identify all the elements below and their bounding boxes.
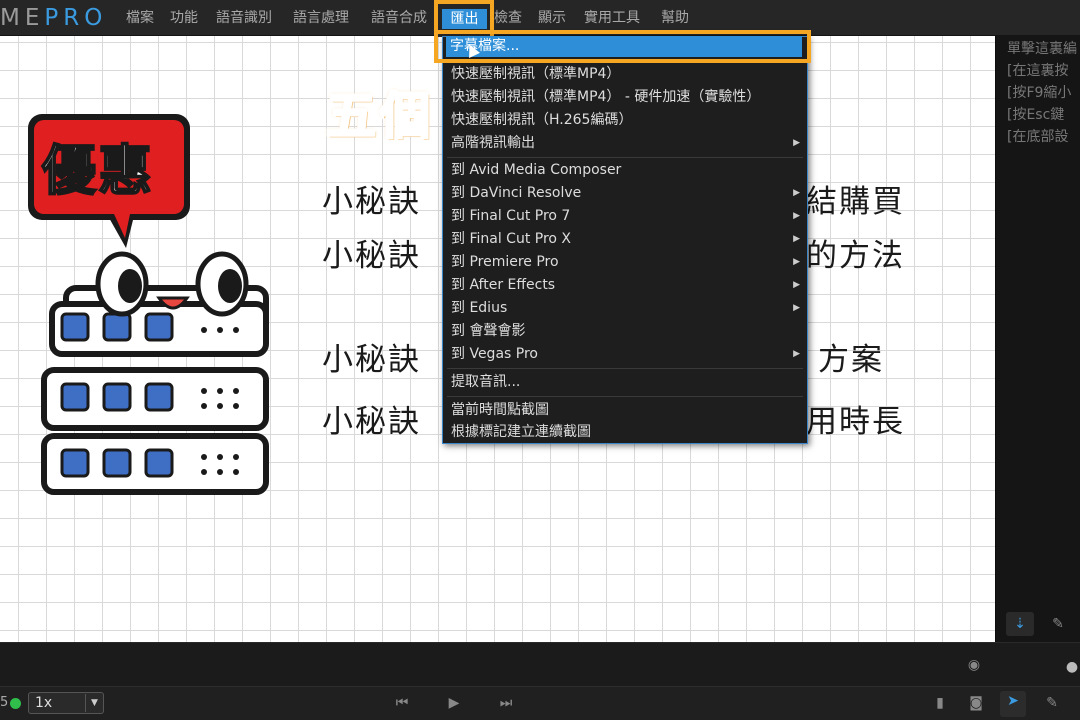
submenu-arrow-icon: ▶	[793, 257, 800, 267]
menu-functions[interactable]: 功能	[170, 9, 198, 27]
menu-item-screenshot-markers[interactable]: 根據標記建立連續截圖	[443, 421, 807, 444]
submenu-arrow-icon: ▶	[793, 280, 800, 290]
submenu-arrow-icon: ▶	[793, 188, 800, 198]
panel-hint-3: [按F9縮小	[1007, 85, 1072, 101]
menu-item-corel-videostudio[interactable]: 到 會聲會影	[443, 320, 807, 343]
menu-language-processing[interactable]: 語言處理	[293, 9, 349, 27]
speed-select[interactable]: 1x ▼	[28, 692, 104, 714]
subtitle-list-panel[interactable]: 單擊這裏編 [在這裏按 [按F9縮小 [按Esc鍵 [在底部設 ⇣ ✎	[995, 36, 1080, 642]
badge-text: 優惠	[41, 138, 154, 203]
eye-icon[interactable]: ◉	[964, 655, 984, 675]
panel-hint-4: [按Esc鍵	[1007, 107, 1065, 123]
menu-item-premiere[interactable]: 到 Premiere Pro ▶	[443, 251, 807, 274]
tip-1-text: 結購買	[806, 184, 905, 220]
sort-icon[interactable]: ⇣	[1006, 612, 1034, 636]
menu-item-advanced-video-output[interactable]: 高階視訊輸出 ▶	[443, 132, 807, 155]
edit-tool-icon[interactable]: ✎	[1042, 693, 1062, 713]
tip-3-text: 方案	[818, 342, 884, 378]
camera-icon[interactable]: ◙	[966, 693, 986, 713]
tip-4-text: 用時長	[806, 404, 905, 440]
menu-check[interactable]: 檢查	[494, 9, 522, 27]
timeline-area[interactable]: ◉ ●	[0, 642, 1080, 686]
menu-view[interactable]: 顯示	[538, 9, 566, 27]
panel-hint-2: [在這裏按	[1007, 63, 1069, 79]
pencil-icon[interactable]: ✎	[1044, 612, 1072, 636]
frame-counter: 5	[0, 695, 9, 710]
menu-separator	[447, 396, 803, 397]
speed-value: 1x	[35, 695, 53, 711]
skip-back-icon[interactable]: ⏮	[394, 693, 410, 713]
submenu-arrow-icon: ▶	[793, 303, 800, 313]
playback-bar: 5 1x ▼ ⏮ ▶ ⏭ ▮ ◙ ➤ ✎	[0, 686, 1080, 720]
menu-item-fast-encode-mp4[interactable]: 快速壓制視訊（標準MP4）	[443, 63, 807, 86]
menu-item-fast-encode-mp4-hw[interactable]: 快速壓制視訊（標準MP4） - 硬件加速（實驗性）	[443, 86, 807, 109]
menu-item-fast-encode-h265[interactable]: 快速壓制視訊（H.265編碼）	[443, 109, 807, 132]
menu-speech-recognition[interactable]: 語音識別	[216, 9, 272, 27]
menu-separator	[447, 368, 803, 369]
menu-item-fcp7[interactable]: 到 Final Cut Pro 7 ▶	[443, 205, 807, 228]
tip-2-text: 的方法	[806, 238, 905, 274]
menu-file[interactable]: 檔案	[126, 9, 154, 27]
menu-help[interactable]: 幫助	[661, 9, 689, 27]
menu-speech-synthesis[interactable]: 語音合成	[371, 9, 427, 27]
bookmark-icon[interactable]: ▮	[932, 693, 948, 713]
menu-item-edius[interactable]: 到 Edius ▶	[443, 297, 807, 320]
panel-hint-5: [在底部設	[1007, 129, 1069, 145]
tip-2-label: 小秘訣	[322, 238, 421, 274]
tip-4-label: 小秘訣	[322, 404, 421, 440]
video-title-text: 五個	[325, 86, 434, 147]
export-dropdown-menu: 快速壓制視訊（標準MP4） 快速壓制視訊（標準MP4） - 硬件加速（實驗性） …	[442, 36, 808, 444]
menu-utilities[interactable]: 實用工具	[584, 9, 640, 27]
video-title-art: 五個	[325, 82, 444, 150]
panel-hint-1: 單擊這裏編	[1007, 41, 1077, 57]
play-icon[interactable]: ▶	[446, 693, 462, 713]
menu-item-after-effects[interactable]: 到 After Effects ▶	[443, 274, 807, 297]
tip-1-label: 小秘訣	[322, 184, 421, 220]
menu-item-avid[interactable]: 到 Avid Media Composer	[443, 159, 807, 182]
menu-export[interactable]: 匯出	[442, 9, 487, 29]
pointer-tool-icon[interactable]: ➤	[1000, 691, 1026, 717]
menu-separator	[447, 157, 803, 158]
app-logo: MEPRO	[0, 5, 108, 31]
submenu-arrow-icon: ▶	[793, 138, 800, 148]
menu-item-screenshot-current[interactable]: 當前時間點截圖	[443, 399, 807, 422]
tip-3-label: 小秘訣	[322, 342, 421, 378]
submenu-arrow-icon: ▶	[793, 211, 800, 221]
status-dot-icon	[10, 698, 21, 709]
menu-item-extract-audio[interactable]: 提取音訊...	[443, 371, 807, 394]
chevron-down-icon: ▼	[85, 694, 103, 712]
subtitle-file-highlight-frame	[434, 30, 811, 63]
submenu-arrow-icon: ▶	[793, 234, 800, 244]
submenu-arrow-icon: ▶	[793, 349, 800, 359]
comment-icon[interactable]: ●	[1064, 657, 1080, 677]
menu-item-vegas[interactable]: 到 Vegas Pro ▶	[443, 343, 807, 366]
skip-forward-icon[interactable]: ⏭	[498, 693, 514, 713]
server-icon	[41, 251, 269, 495]
menu-item-fcpx[interactable]: 到 Final Cut Pro X ▶	[443, 228, 807, 251]
menu-item-davinci[interactable]: 到 DaVinci Resolve ▶	[443, 182, 807, 205]
